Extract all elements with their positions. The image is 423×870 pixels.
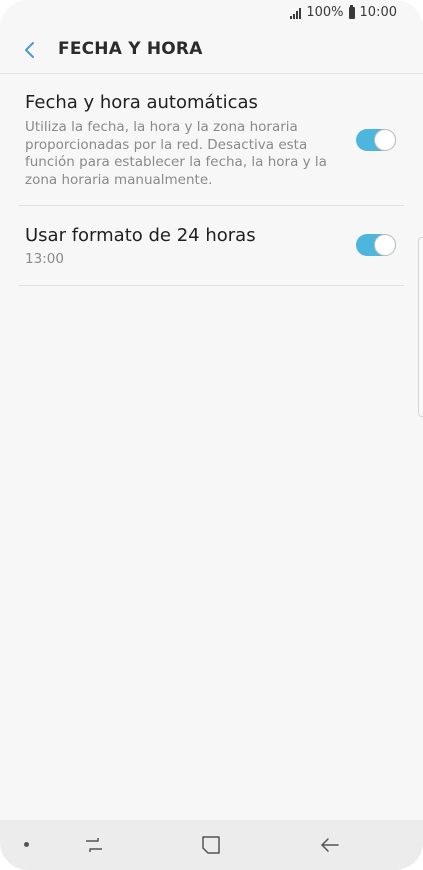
setting-description: Utiliza la fecha, la hora y la zona hora… (25, 119, 327, 189)
description-line: proporcionadas por la red. Desactiva est… (25, 136, 308, 153)
back-icon (321, 838, 339, 852)
status-indicators: 100% 10:00 (290, 4, 397, 20)
toggle-knob (374, 129, 396, 151)
battery-percent: 100% (306, 5, 344, 20)
24-hour-format-toggle[interactable] (356, 234, 396, 256)
recent-apps-button[interactable] (81, 832, 107, 858)
description-line: función para establecer la fecha, la hor… (25, 154, 327, 170)
home-icon (202, 836, 220, 854)
signal-icon (290, 7, 302, 19)
setting-automatic-date-time[interactable]: Fecha y hora automáticas Utiliza la fech… (0, 74, 423, 206)
setting-title: Usar formato de 24 horas (25, 225, 256, 246)
recent-apps-icon (86, 838, 102, 852)
status-bar: 100% 10:00 (0, 0, 423, 28)
battery-icon (348, 4, 355, 19)
back-button[interactable] (16, 36, 44, 64)
phone-screen: 100% 10:00 FECHA Y HORA Fecha y hora aut… (0, 0, 423, 870)
description-line: Utiliza la fecha, la hora y la zona hora… (25, 119, 298, 135)
description-line: zona horaria manualmente. (25, 171, 213, 188)
setting-value: 13:00 (25, 251, 64, 267)
page-title: FECHA Y HORA (58, 39, 203, 59)
edge-panel-handle[interactable] (418, 237, 423, 417)
home-button[interactable] (198, 832, 224, 858)
dot-icon[interactable] (24, 842, 29, 847)
nav-back-button[interactable] (317, 832, 343, 858)
automatic-date-time-toggle[interactable] (356, 129, 396, 151)
setting-24-hour-format[interactable]: Usar formato de 24 horas 13:00 (0, 206, 423, 285)
app-header: FECHA Y HORA (0, 28, 423, 73)
row-divider (19, 285, 404, 286)
navigation-bar (0, 820, 423, 870)
setting-title: Fecha y hora automáticas (25, 92, 258, 113)
toggle-knob (374, 234, 396, 256)
clock: 10:00 (359, 5, 397, 20)
back-arrow-icon (25, 42, 34, 58)
